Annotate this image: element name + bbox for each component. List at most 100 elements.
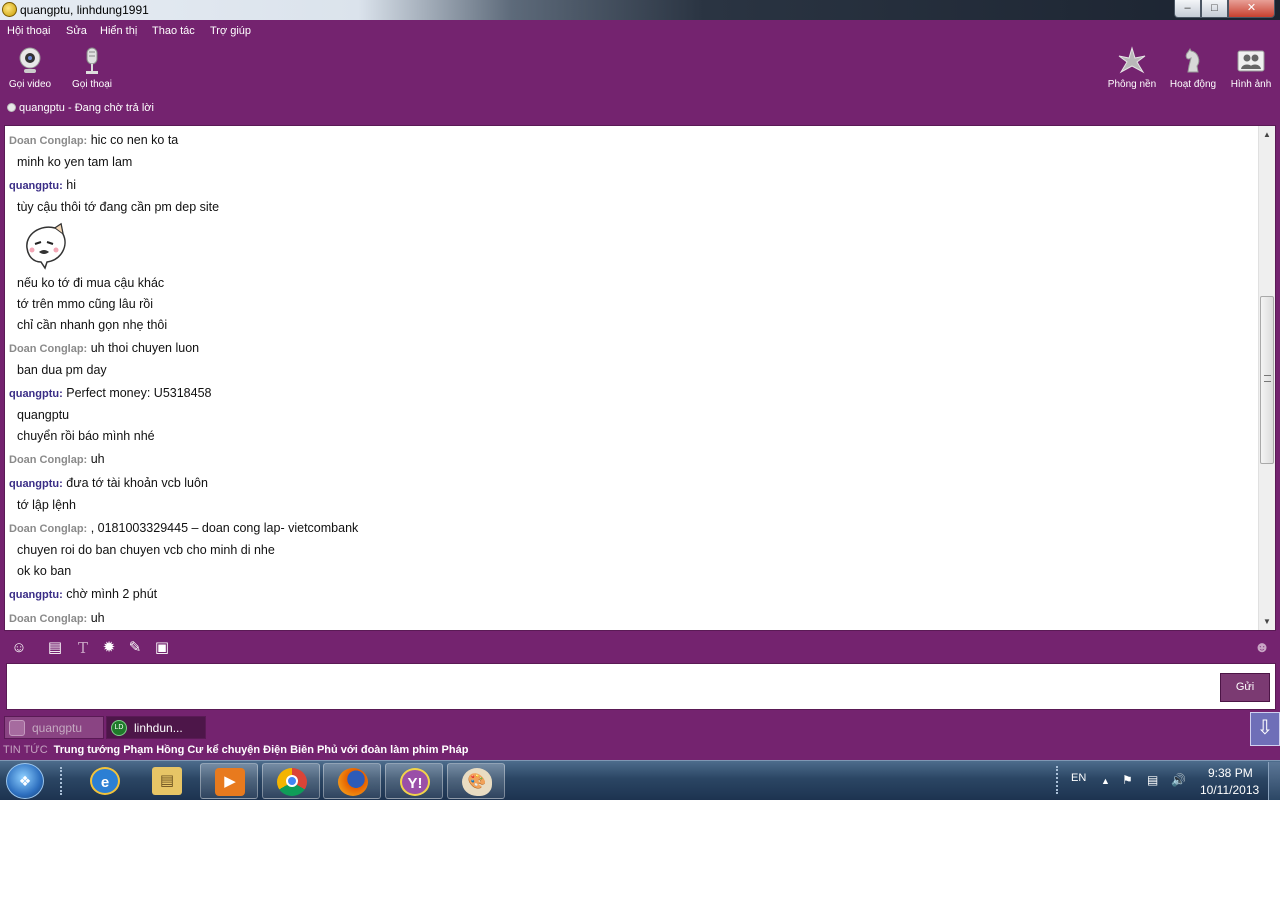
minimize-button[interactable]: – (1174, 0, 1201, 18)
message-text: đưa tớ tài khoản vcb luôn (66, 476, 208, 490)
video-call-button[interactable]: Gọi video (2, 46, 58, 90)
title-bar[interactable]: quangptu, linhdung1991 – □ ✕ (0, 0, 1280, 20)
message-input[interactable] (6, 663, 1276, 710)
activity-label: Hoạt động (1169, 79, 1217, 90)
contact-icon[interactable]: ☻ (1252, 638, 1272, 658)
message-line: chuyển rồi báo mình nhé (17, 429, 155, 443)
message-sender: quangptu: (9, 180, 63, 192)
status-dot-icon (7, 103, 16, 112)
message-text: uh thoi chuyen luon (90, 341, 200, 355)
cartoon-face-emoticon-icon (26, 222, 66, 270)
conversation-tabs: quangptu LD linhdun... (0, 714, 1280, 741)
send-button[interactable]: Gửi (1220, 673, 1270, 702)
photos-button[interactable]: Hình ảnh (1223, 46, 1279, 90)
tab-label: linhdun... (134, 721, 183, 735)
message-sender: Doan Conglap: (9, 523, 88, 535)
collapse-arrow-icon[interactable]: ⇩ (1250, 712, 1280, 746)
window-title: quangptu, linhdung1991 (20, 3, 149, 17)
conversation-pane[interactable]: Doan Conglap: hic co nen ko ta minh ko y… (4, 125, 1276, 631)
activity-button[interactable]: Hoạt động (1165, 46, 1221, 90)
photo-people-icon (1237, 50, 1265, 72)
menu-tro-giup[interactable]: Trợ giúp (210, 25, 251, 37)
scroll-up-arrow-icon[interactable]: ▲ (1259, 126, 1275, 143)
maximize-button[interactable]: □ (1201, 0, 1228, 18)
contact-avatar-icon: LD (111, 720, 127, 736)
yahoo-messenger-icon[interactable]: Y! (385, 763, 443, 799)
message-sender: quangptu: (9, 478, 63, 490)
smiley-icon[interactable]: ☺ (9, 638, 29, 658)
message-row: Doan Conglap: uh (9, 452, 105, 466)
message-row: quangptu: chờ mình 2 phút (9, 587, 157, 601)
message-text: hi (66, 178, 76, 192)
contact-status: quangptu - Đang chờ trả lời (7, 102, 154, 114)
yahoo-messenger-app-icon (2, 2, 17, 17)
font-icon[interactable]: T (73, 638, 93, 658)
message-row: quangptu: hi (9, 178, 76, 192)
chrome-icon[interactable] (262, 763, 320, 799)
background-button[interactable]: Phông nền (1104, 46, 1160, 90)
menu-hien-thi[interactable]: Hiển thị (100, 25, 137, 37)
message-row: quangptu: Perfect money: U5318458 (9, 386, 211, 400)
firefox-icon[interactable] (323, 763, 381, 799)
message-row: Doan Conglap: , 0181003329445 – doan con… (9, 521, 358, 535)
tab-linhdung[interactable]: LD linhdun... (106, 716, 206, 739)
scroll-down-arrow-icon[interactable]: ▼ (1259, 613, 1275, 630)
scroll-thumb[interactable] (1260, 296, 1274, 464)
taskbar: ❖ e ▤ ▶ Y! 🎨 (0, 760, 1280, 800)
status-text: Đang chờ trả lời (74, 102, 154, 114)
message-sender: Doan Conglap: (9, 454, 88, 466)
message-line: tùy cậu thôi tớ đang cần pm dep site (17, 200, 220, 214)
clock-date[interactable]: 10/11/2013 (1200, 783, 1259, 797)
status-contact-name: quangptu (19, 102, 65, 114)
news-ticker[interactable]: TIN TỨC Trung tướng Phạm Hồng Cư kể chuyệ… (3, 744, 468, 756)
internet-explorer-icon[interactable]: e (76, 763, 134, 799)
message-row: quangptu: đưa tớ tài khoản vcb luôn (9, 476, 208, 490)
menu-hoi-thoai[interactable]: Hội thoại (7, 25, 50, 37)
message-line: tớ trên mmo cũng lâu rồi (17, 297, 154, 311)
message-text: , 0181003329445 – doan cong lap- vietcom… (90, 521, 359, 535)
screenshot-icon[interactable]: ▣ (152, 638, 172, 658)
sticker-icon[interactable]: ✹ (99, 638, 119, 658)
message-line: quangptu (17, 408, 70, 422)
file-explorer-icon[interactable]: ▤ (138, 763, 196, 799)
action-center-icon[interactable]: ⚑ (1122, 773, 1133, 787)
conversation-scrollbar[interactable]: ▲ ▼ (1258, 126, 1275, 630)
chat-window: quangptu, linhdung1991 – □ ✕ Hội thoại S… (0, 0, 1280, 760)
chess-knight-icon (1185, 48, 1200, 73)
volume-icon[interactable]: 🔊 (1171, 773, 1186, 787)
tab-quangptu[interactable]: quangptu (4, 716, 104, 739)
pencil-icon[interactable]: ✎ (125, 638, 145, 658)
voice-call-label: Gọi thoại (71, 79, 113, 90)
message-text: hic co nen ko ta (90, 133, 179, 147)
tray-expand-arrow-icon[interactable]: ▲ (1101, 776, 1110, 786)
language-indicator[interactable]: EN (1071, 772, 1086, 784)
message-line: nếu ko tớ đi mua cậu khác (17, 276, 165, 290)
message-row: Doan Conglap: hic co nen ko ta (9, 133, 178, 147)
start-button[interactable]: ❖ (6, 763, 44, 799)
network-icon[interactable]: ▤ (1147, 773, 1158, 787)
message-text: chờ mình 2 phút (66, 587, 158, 601)
close-button[interactable]: ✕ (1228, 0, 1275, 18)
taskbar-grip (60, 767, 64, 795)
message-text: uh (90, 452, 105, 466)
message-row: Doan Conglap: uh (9, 611, 105, 625)
show-desktop-button[interactable] (1268, 762, 1280, 800)
menu-sua[interactable]: Sửa (66, 25, 87, 37)
message-line: ok ko ban (17, 564, 72, 578)
media-player-icon[interactable]: ▶ (200, 763, 258, 799)
webcam-icon (19, 47, 41, 73)
paint-icon[interactable]: 🎨 (447, 763, 505, 799)
menu-thao-tac[interactable]: Thao tác (152, 25, 195, 37)
background-label: Phông nền (1107, 79, 1157, 90)
news-headline[interactable]: Trung tướng Phạm Hồng Cư kể chuyện Điện … (54, 744, 469, 756)
news-tag: TIN TỨC (3, 744, 48, 756)
voice-call-button[interactable]: Gọi thoại (64, 46, 120, 90)
clock-time[interactable]: 9:38 PM (1208, 766, 1253, 780)
microphone-icon (86, 47, 98, 74)
nudge-icon[interactable]: ▤ (45, 638, 65, 658)
message-sender: quangptu: (9, 589, 63, 601)
message-sender: Doan Conglap: (9, 343, 88, 355)
message-line: chuyen roi do ban chuyen vcb cho minh di… (17, 543, 275, 557)
message-line: minh ko yen tam lam (17, 155, 133, 169)
message-line: ban dua pm day (17, 363, 107, 377)
